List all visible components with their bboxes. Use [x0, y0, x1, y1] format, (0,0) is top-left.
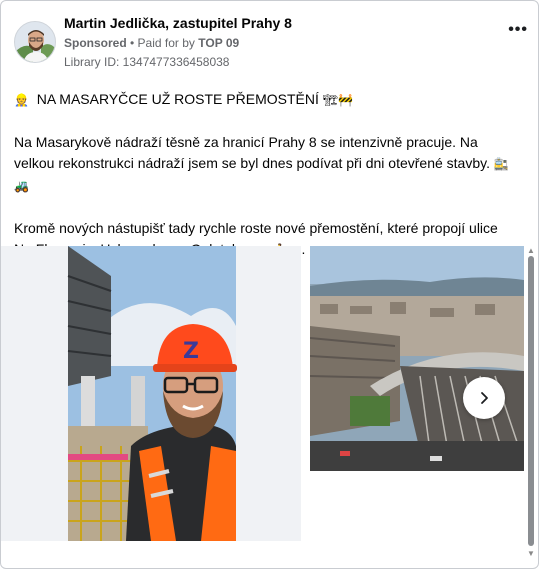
train-icon: 🚉 — [493, 157, 509, 171]
sponsored-label: Sponsored — [64, 36, 127, 50]
paragraph-1-text: Na Masarykově nádraží těsně za hranicí P… — [14, 134, 490, 171]
scroll-up-arrow-icon[interactable]: ▲ — [527, 246, 535, 255]
paragraph-1: Na Masarykově nádraží těsně za hranicí P… — [14, 132, 519, 197]
library-id: Library ID: 1347477336458038 — [64, 55, 230, 69]
tractor-icon: 🚜 — [14, 179, 29, 193]
construction-worker-icon: 👷 — [14, 93, 29, 107]
ad-post-card: Martin Jedlička, zastupitel Prahy 8 Spon… — [0, 0, 539, 569]
more-options-button[interactable]: ••• — [508, 21, 528, 39]
sponsored-line: Sponsored • Paid for by TOP 09 — [64, 36, 239, 50]
svg-text:Z: Z — [183, 339, 199, 364]
barrier-icon: 🚧 — [337, 93, 353, 107]
next-image-button[interactable] — [463, 377, 505, 419]
paid-by-name[interactable]: TOP 09 — [198, 36, 239, 50]
chevron-right-icon — [481, 392, 488, 404]
headline-line: 👷 NA MASARYČCE UŽ ROSTE PŘEMOSTĚNÍ 🏗🚧 — [14, 89, 519, 111]
scroll-down-arrow-icon[interactable]: ▼ — [527, 549, 535, 558]
paid-for-prefix: • Paid for by — [126, 36, 199, 50]
scroll-thumb[interactable] — [528, 256, 534, 546]
aerial-photo[interactable] — [310, 246, 524, 471]
selfie-photo[interactable]: Z — [1, 246, 301, 541]
vertical-scrollbar[interactable]: ▲ ▼ — [525, 246, 537, 558]
image-carousel: Z — [1, 246, 524, 546]
construction-site-icon: 🏗 — [322, 93, 338, 107]
author-name[interactable]: Martin Jedlička, zastupitel Prahy 8 — [64, 15, 292, 31]
avatar[interactable] — [14, 21, 56, 63]
headline: NA MASARYČCE UŽ ROSTE PŘEMOSTĚNÍ — [36, 91, 319, 107]
post-header: Martin Jedlička, zastupitel Prahy 8 Spon… — [14, 13, 514, 73]
